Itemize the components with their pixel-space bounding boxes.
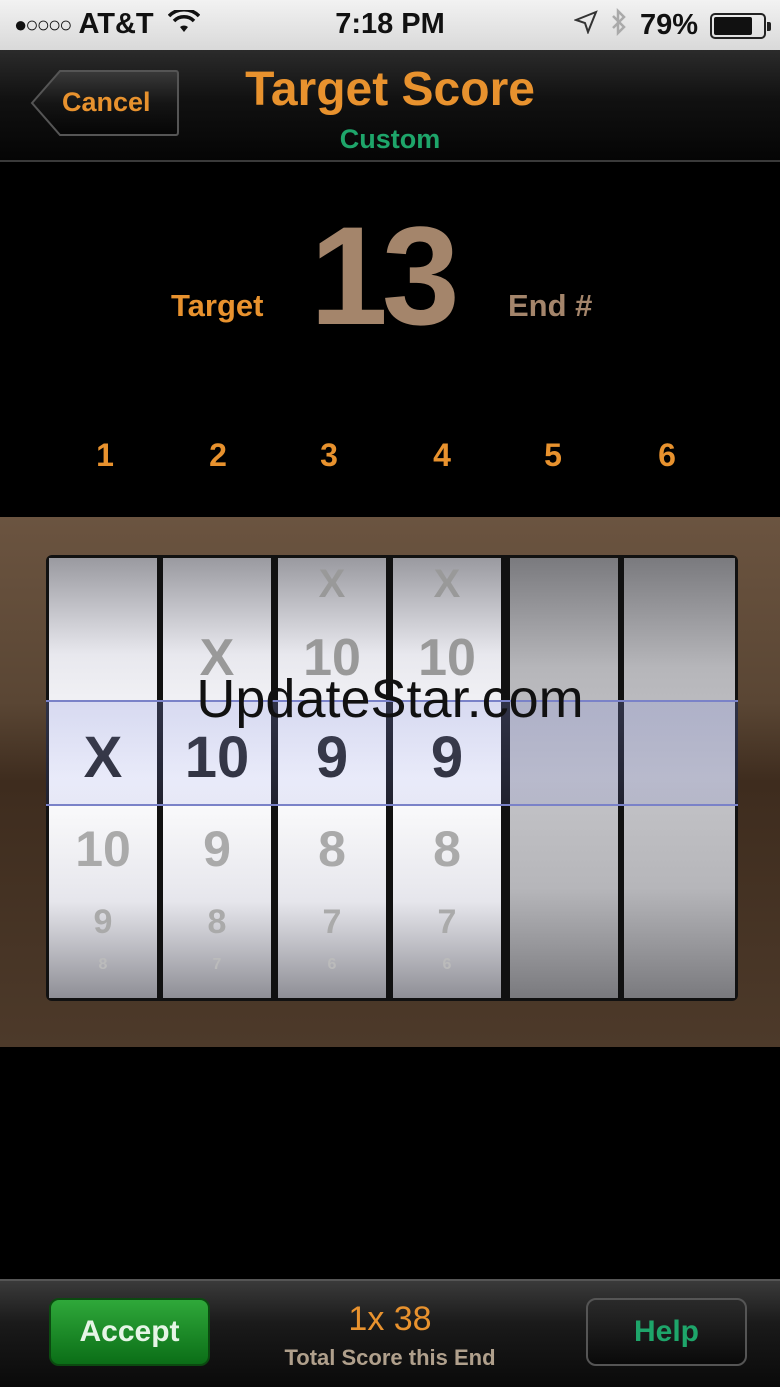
wheel-item: 8	[98, 956, 108, 973]
wheel-item: 8	[433, 821, 461, 877]
column-header-1: 1	[96, 437, 114, 473]
column-header-2: 2	[209, 437, 227, 473]
status-bar: ●○○○○ AT&T 7:18 PM 79%	[0, 0, 780, 50]
status-right: 79%	[573, 7, 771, 43]
wheel-item: X	[433, 562, 461, 606]
bluetooth-icon	[610, 7, 628, 43]
wheel-item: 8	[207, 903, 227, 941]
target-value: 13	[310, 197, 460, 354]
target-label: Target	[171, 288, 264, 323]
column-header-4: 4	[433, 437, 451, 473]
column-header-3: 3	[320, 437, 338, 473]
column-header-6: 6	[658, 437, 676, 473]
wheel-item: 7	[322, 903, 342, 941]
wheel-item: 6	[327, 956, 337, 973]
battery-fill	[714, 16, 752, 35]
help-button[interactable]: Help	[586, 1298, 747, 1366]
end-number-label: End #	[508, 288, 593, 323]
nav-bar: Cancel Target Score Custom	[0, 50, 780, 162]
battery-icon	[710, 12, 771, 39]
wheel-item: 8	[318, 821, 346, 877]
wheel-item: 7	[437, 903, 457, 941]
wheel-item: X	[318, 562, 346, 606]
location-arrow-icon	[573, 10, 598, 41]
page-subtitle: Custom	[339, 124, 441, 154]
page-title: Target Score	[245, 63, 535, 116]
wheel-item: 9	[93, 903, 113, 941]
watermark: UpdateStar.com	[196, 669, 584, 729]
battery-percent: 79%	[639, 9, 698, 41]
wheel-item: 9	[203, 821, 231, 877]
wheel-item: 7	[212, 956, 222, 973]
wheel-item: 6	[442, 956, 452, 973]
wheel-item: 10	[75, 821, 131, 877]
column-header-5: 5	[544, 437, 562, 473]
